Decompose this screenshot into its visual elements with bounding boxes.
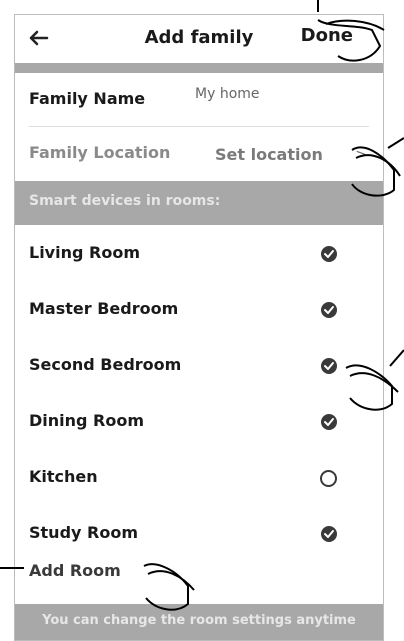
- pointer-hand-icon: [0, 0, 404, 611]
